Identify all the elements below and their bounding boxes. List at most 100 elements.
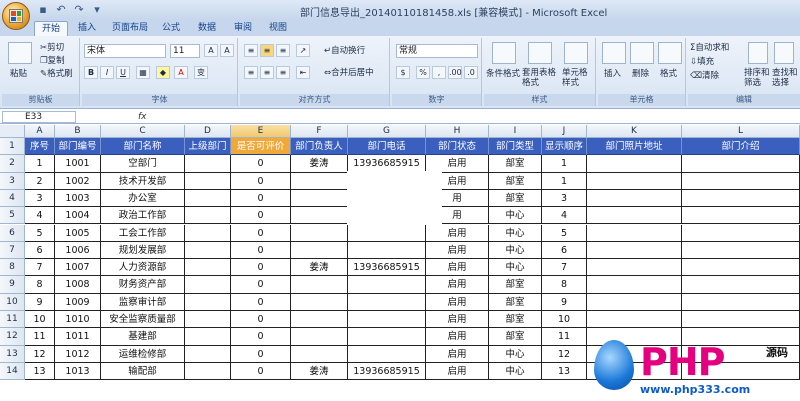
table-cell[interactable] bbox=[348, 293, 426, 311]
column-header-l[interactable]: L bbox=[682, 125, 800, 138]
grow-font-button[interactable]: A bbox=[204, 44, 218, 57]
column-header-k[interactable]: K bbox=[587, 125, 682, 138]
table-cell[interactable] bbox=[587, 172, 682, 190]
table-cell[interactable]: 0 bbox=[231, 189, 291, 208]
table-cell[interactable]: 部室 bbox=[489, 155, 542, 173]
header-cell-e[interactable]: 是否可评价 bbox=[231, 138, 291, 156]
table-cell[interactable]: 13936685915 bbox=[348, 362, 426, 381]
table-cell[interactable]: 财务资产部 bbox=[101, 276, 185, 294]
font-name-select[interactable]: 宋体 bbox=[84, 44, 166, 58]
table-cell[interactable]: 中心 bbox=[489, 259, 542, 277]
percent-button[interactable]: % bbox=[416, 66, 430, 79]
table-cell[interactable] bbox=[348, 241, 426, 260]
table-cell[interactable]: 13936685915 bbox=[348, 259, 426, 277]
table-cell[interactable]: 5 bbox=[542, 224, 587, 242]
copy-button[interactable]: ❐复制 bbox=[40, 55, 65, 67]
table-cell[interactable] bbox=[587, 293, 682, 311]
table-cell[interactable] bbox=[185, 345, 231, 363]
table-cell[interactable] bbox=[587, 207, 682, 225]
table-cell[interactable]: 10 bbox=[542, 311, 587, 329]
table-cell[interactable]: 启用 bbox=[426, 293, 489, 311]
tab-review[interactable]: 审阅 bbox=[228, 21, 258, 36]
column-header-f[interactable]: F bbox=[291, 125, 348, 138]
number-format-select[interactable]: 常规 bbox=[396, 44, 478, 58]
table-cell[interactable]: 人力资源部 bbox=[101, 259, 185, 277]
table-cell[interactable]: 1 bbox=[25, 155, 55, 173]
align-right-icon[interactable]: ≡ bbox=[276, 66, 290, 79]
table-format-icon[interactable] bbox=[528, 42, 552, 64]
table-cell[interactable] bbox=[291, 345, 348, 363]
header-cell-h[interactable]: 部门状态 bbox=[426, 138, 489, 156]
row-header-13[interactable]: 13 bbox=[0, 345, 25, 363]
table-cell[interactable]: 启用 bbox=[426, 155, 489, 173]
merge-center-button[interactable]: ⇔合并后居中 bbox=[324, 67, 374, 79]
table-cell[interactable]: 中心 bbox=[489, 362, 542, 381]
select-all-corner[interactable] bbox=[0, 125, 25, 138]
header-cell-l[interactable]: 部门介绍 bbox=[682, 138, 800, 156]
table-cell[interactable]: 12 bbox=[25, 345, 55, 363]
column-header-j[interactable]: J bbox=[542, 125, 587, 138]
table-cell[interactable] bbox=[291, 224, 348, 242]
column-header-b[interactable]: B bbox=[55, 125, 101, 138]
table-cell[interactable]: 6 bbox=[25, 241, 55, 260]
phonetic-button[interactable]: 变 bbox=[194, 66, 208, 79]
table-cell[interactable]: 11 bbox=[25, 328, 55, 346]
table-cell[interactable] bbox=[291, 276, 348, 294]
column-header-c[interactable]: C bbox=[101, 125, 185, 138]
table-cell[interactable]: 工会工作部 bbox=[101, 224, 185, 242]
table-cell[interactable]: 12 bbox=[542, 345, 587, 363]
table-cell[interactable]: 启用 bbox=[426, 224, 489, 242]
table-cell[interactable] bbox=[682, 293, 800, 311]
sort-filter-button[interactable]: 排序和筛选 bbox=[744, 68, 772, 88]
table-cell[interactable] bbox=[587, 259, 682, 277]
column-header-g[interactable]: G bbox=[348, 125, 426, 138]
row-header-4[interactable]: 4 bbox=[0, 189, 25, 208]
table-cell[interactable]: 1011 bbox=[55, 328, 101, 346]
table-cell[interactable]: 部室 bbox=[489, 293, 542, 311]
find-select-button[interactable]: 查找和选择 bbox=[772, 68, 800, 88]
table-cell[interactable] bbox=[587, 155, 682, 173]
header-cell-b[interactable]: 部门编号 bbox=[55, 138, 101, 156]
redo-icon[interactable]: ↷ bbox=[72, 3, 86, 17]
table-cell[interactable]: 启用 bbox=[426, 259, 489, 277]
fill-button[interactable]: ⇩填充 bbox=[690, 56, 714, 68]
borders-icon[interactable]: ▦ bbox=[136, 66, 150, 79]
table-cell[interactable]: 部室 bbox=[489, 189, 542, 208]
table-cell[interactable]: 安全监察质量部 bbox=[101, 311, 185, 329]
indent-icon[interactable]: ⇤ bbox=[296, 66, 310, 79]
table-cell[interactable] bbox=[185, 328, 231, 346]
column-header-e[interactable]: E bbox=[231, 125, 291, 138]
clear-button[interactable]: ⌫清除 bbox=[690, 70, 719, 82]
table-cell[interactable]: 启用 bbox=[426, 276, 489, 294]
table-cell[interactable] bbox=[291, 207, 348, 225]
table-cell[interactable]: 基建部 bbox=[101, 328, 185, 346]
table-cell[interactable]: 部室 bbox=[489, 172, 542, 190]
tab-insert[interactable]: 插入 bbox=[72, 21, 102, 36]
delete-cells-icon[interactable] bbox=[630, 42, 654, 64]
table-cell[interactable]: 0 bbox=[231, 311, 291, 329]
font-color-button[interactable]: A bbox=[174, 66, 188, 79]
table-cell[interactable]: 1010 bbox=[55, 311, 101, 329]
row-header-11[interactable]: 11 bbox=[0, 311, 25, 329]
table-cell[interactable] bbox=[185, 155, 231, 173]
fill-color-icon[interactable]: ◆ bbox=[156, 66, 170, 79]
table-cell[interactable] bbox=[587, 276, 682, 294]
table-cell[interactable] bbox=[185, 241, 231, 260]
currency-icon[interactable]: $ bbox=[396, 66, 410, 79]
table-cell[interactable] bbox=[682, 241, 800, 260]
table-cell[interactable] bbox=[185, 362, 231, 381]
insert-cells-icon[interactable] bbox=[602, 42, 626, 64]
table-cell[interactable]: 0 bbox=[231, 345, 291, 363]
table-cell[interactable] bbox=[587, 241, 682, 260]
table-cell[interactable]: 0 bbox=[231, 276, 291, 294]
tab-formulas[interactable]: 公式 bbox=[156, 21, 186, 36]
table-cell[interactable]: 1007 bbox=[55, 259, 101, 277]
table-cell[interactable]: 启用 bbox=[426, 311, 489, 329]
table-cell[interactable] bbox=[291, 189, 348, 208]
header-cell-g[interactable]: 部门电话 bbox=[348, 138, 426, 156]
table-cell[interactable] bbox=[348, 328, 426, 346]
paste-button[interactable]: 粘贴 bbox=[10, 68, 27, 80]
table-cell[interactable] bbox=[587, 311, 682, 329]
table-cell[interactable]: 部室 bbox=[489, 311, 542, 329]
row-header-12[interactable]: 12 bbox=[0, 328, 25, 346]
